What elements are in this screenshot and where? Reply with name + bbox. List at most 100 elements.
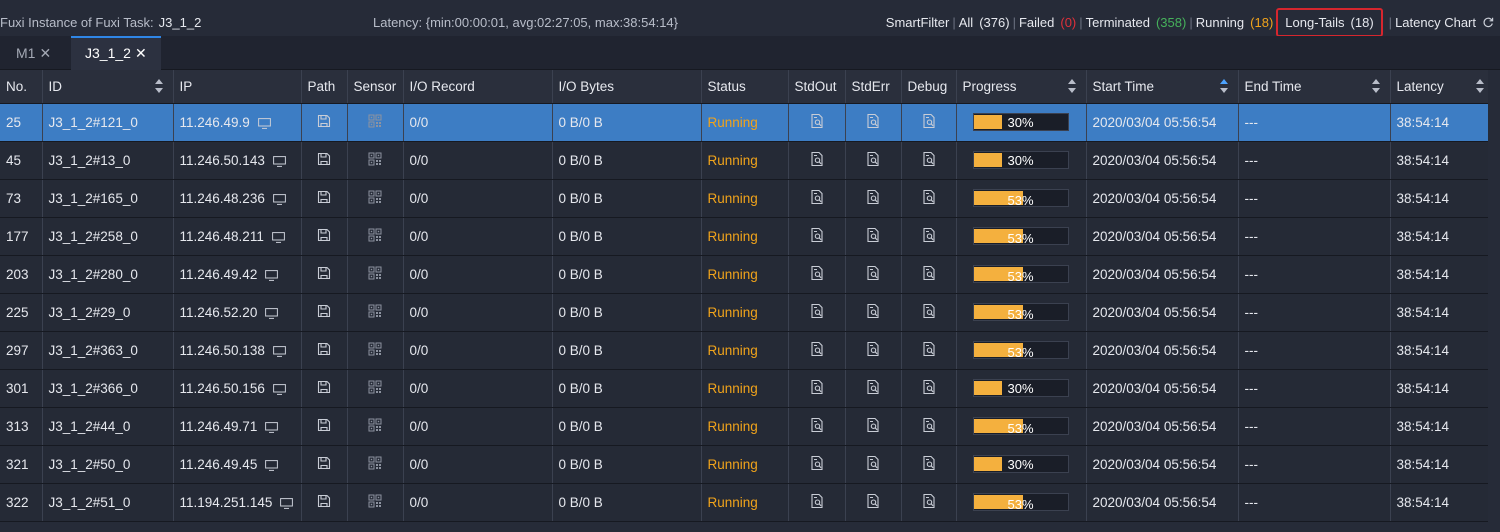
file-search-icon[interactable] [809,417,825,436]
tab-m1[interactable]: M1 ✕ [2,36,65,70]
file-search-icon[interactable] [921,151,937,170]
col-end-time[interactable]: End Time [1238,70,1391,104]
col-no[interactable]: No. [0,70,43,104]
save-icon[interactable] [316,379,332,398]
col-latency[interactable]: Latency [1390,70,1495,104]
file-search-icon[interactable] [865,341,881,360]
qr-code-icon[interactable] [367,493,383,512]
qr-code-icon[interactable] [367,379,383,398]
file-search-icon[interactable] [921,303,937,322]
monitor-icon[interactable] [257,419,279,434]
monitor-icon[interactable] [265,343,286,358]
save-icon[interactable] [316,227,332,246]
file-search-icon[interactable] [809,303,825,322]
sort-icon[interactable] [1475,79,1484,93]
table-row[interactable]: 322 J3_1_2#51_0 11.194.251.145 0/0 0 B/0 B Ru… [0,483,1500,522]
monitor-icon[interactable] [265,191,286,206]
monitor-icon[interactable] [265,153,286,168]
save-icon[interactable] [316,455,332,474]
file-search-icon[interactable] [865,303,881,322]
save-icon[interactable] [316,417,332,436]
file-search-icon[interactable] [921,265,937,284]
table-row[interactable]: 203 J3_1_2#280_0 11.246.49.42 0/0 0 B/0 B Run… [0,255,1500,294]
col-start-time[interactable]: Start Time [1086,70,1239,104]
file-search-icon[interactable] [921,189,937,208]
save-icon[interactable] [316,189,332,208]
file-search-icon[interactable] [921,227,937,246]
monitor-icon[interactable] [272,495,294,510]
save-icon[interactable] [316,303,332,322]
monitor-icon[interactable] [257,457,279,472]
file-search-icon[interactable] [865,227,881,246]
sort-icon[interactable] [1371,79,1380,93]
qr-code-icon[interactable] [367,455,383,474]
monitor-icon[interactable] [265,381,286,396]
filter-all[interactable]: All (376) [959,15,1010,30]
sort-icon[interactable] [1067,79,1076,93]
file-search-icon[interactable] [809,151,825,170]
file-search-icon[interactable] [809,189,825,208]
save-icon[interactable] [316,113,332,132]
tab-j3-1-2[interactable]: J3_1_2 ✕ [71,36,161,70]
table-row[interactable]: 313 J3_1_2#44_0 11.246.49.71 0/0 0 B/0 B Runn… [0,407,1500,446]
file-search-icon[interactable] [809,493,825,512]
filter-failed[interactable]: Failed (0) [1019,15,1076,30]
file-search-icon[interactable] [809,341,825,360]
table-row[interactable]: 301 J3_1_2#366_0 11.246.50.156 0/0 0 B/0 B Ru… [0,369,1500,408]
table-row[interactable]: 45 J3_1_2#13_0 11.246.50.143 0/0 0 B/0 B Runn… [0,141,1500,180]
filter-long-tails[interactable]: Long-Tails (18) [1276,7,1383,37]
col-ip[interactable]: IP [173,70,302,104]
file-search-icon[interactable] [865,113,881,132]
monitor-icon[interactable] [257,267,279,282]
file-search-icon[interactable] [865,379,881,398]
file-search-icon[interactable] [865,151,881,170]
monitor-icon[interactable] [250,115,271,130]
file-search-icon[interactable] [921,113,937,132]
table-row[interactable]: 73 J3_1_2#165_0 11.246.48.236 0/0 0 B/0 B Run… [0,179,1500,218]
save-icon[interactable] [316,151,332,170]
table-row[interactable]: 297 J3_1_2#363_0 11.246.50.138 0/0 0 B/0 B Ru… [0,331,1500,370]
qr-code-icon[interactable] [367,303,383,322]
table-row[interactable]: 321 J3_1_2#50_0 11.246.49.45 0/0 0 B/0 B Runn… [0,445,1500,484]
file-search-icon[interactable] [865,417,881,436]
file-search-icon[interactable] [865,265,881,284]
close-icon[interactable]: ✕ [39,45,51,61]
qr-code-icon[interactable] [367,341,383,360]
monitor-icon[interactable] [257,305,279,320]
file-search-icon[interactable] [865,455,881,474]
file-search-icon[interactable] [809,455,825,474]
qr-code-icon[interactable] [367,189,383,208]
file-search-icon[interactable] [921,379,937,398]
file-search-icon[interactable] [921,341,937,360]
refresh-icon[interactable] [1482,16,1494,28]
file-search-icon[interactable] [809,265,825,284]
col-id[interactable]: ID [42,70,174,104]
save-icon[interactable] [316,341,332,360]
qr-code-icon[interactable] [367,265,383,284]
filter-terminated[interactable]: Terminated (358) [1086,15,1187,30]
file-search-icon[interactable] [865,189,881,208]
file-search-icon[interactable] [921,493,937,512]
close-icon[interactable]: ✕ [135,45,147,61]
table-row[interactable]: 225 J3_1_2#29_0 11.246.52.20 0/0 0 B/0 B Runn… [0,293,1500,332]
qr-code-icon[interactable] [367,227,383,246]
file-search-icon[interactable] [809,113,825,132]
file-search-icon[interactable] [865,493,881,512]
scrollbar[interactable] [1488,70,1500,532]
file-search-icon[interactable] [809,227,825,246]
qr-code-icon[interactable] [367,113,383,132]
file-search-icon[interactable] [921,455,937,474]
sort-icon[interactable] [154,79,163,93]
table-row[interactable]: 25 J3_1_2#121_0 11.246.49.9 0/0 0 B/0 B Runni… [0,103,1500,142]
table-row[interactable]: 177 J3_1_2#258_0 11.246.48.211 0/0 0 B/0 B Ru… [0,217,1500,256]
save-icon[interactable] [316,493,332,512]
qr-code-icon[interactable] [367,417,383,436]
file-search-icon[interactable] [921,417,937,436]
filter-running[interactable]: Running (18) [1196,15,1274,30]
qr-code-icon[interactable] [367,151,383,170]
monitor-icon[interactable] [264,229,285,244]
file-search-icon[interactable] [809,379,825,398]
sort-icon[interactable] [1219,79,1228,93]
save-icon[interactable] [316,265,332,284]
latency-chart-button[interactable]: Latency Chart [1395,15,1494,30]
